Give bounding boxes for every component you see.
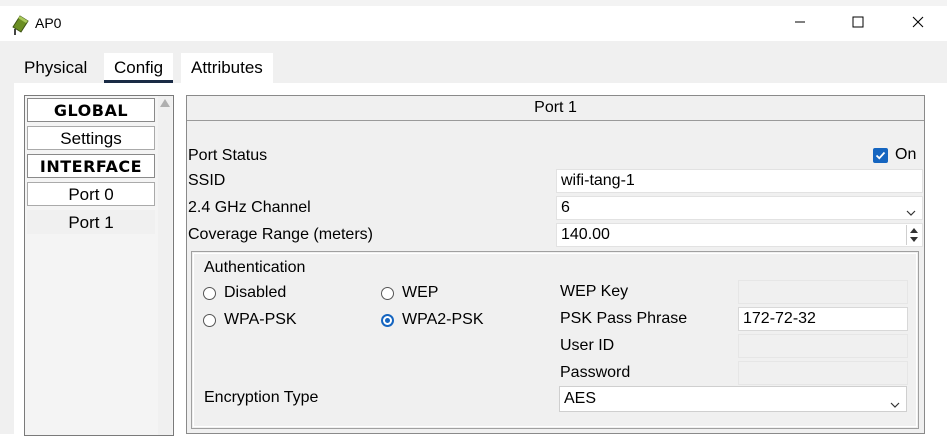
ssid-value: wifi-tang-1: [561, 172, 635, 189]
checkmark-icon: [873, 147, 888, 163]
coverage-value: 140.00: [561, 226, 610, 243]
radio-wpa-psk[interactable]: WPA-PSK: [203, 310, 297, 330]
tab-physical-label: Physical: [24, 58, 88, 77]
password-label: Password: [560, 364, 631, 381]
radio-selected-icon: [381, 313, 394, 327]
radio-wep-label: WEP: [402, 284, 439, 301]
coverage-label: Coverage Range (meters): [188, 226, 373, 243]
sidebar-scrollbar[interactable]: [158, 96, 172, 435]
authentication-group: Authentication Disabled WEP WPA-PSK WPA2…: [191, 251, 919, 429]
spin-up-icon[interactable]: [910, 228, 918, 233]
window-title: AP0: [35, 15, 62, 31]
sidebar-item-settings[interactable]: Settings: [27, 126, 155, 150]
wep-key-label: WEP Key: [560, 283, 629, 300]
radio-wpa-psk-label: WPA-PSK: [224, 311, 297, 328]
radio-unselected-icon: [381, 286, 394, 300]
scroll-up-arrow-icon[interactable]: [160, 99, 170, 107]
sidebar-interface-header[interactable]: INTERFACE: [27, 154, 155, 178]
authentication-title: Authentication: [204, 259, 306, 276]
access-point-icon: [10, 13, 32, 35]
radio-unselected-icon: [203, 286, 216, 300]
channel-label: 2.4 GHz Channel: [188, 199, 311, 216]
spin-buttons[interactable]: [906, 225, 921, 245]
tab-physical[interactable]: Physical: [14, 53, 97, 83]
minimize-icon: [794, 15, 806, 33]
tab-attributes-label: Attributes: [191, 58, 263, 77]
port-header: Port 1: [187, 96, 924, 121]
radio-wep[interactable]: WEP: [381, 283, 438, 303]
tab-attributes[interactable]: Attributes: [181, 53, 273, 83]
minimize-button[interactable]: [777, 6, 823, 41]
maximize-icon: [852, 15, 864, 33]
sidebar-item-port-0[interactable]: Port 0: [27, 182, 155, 206]
close-button[interactable]: [895, 6, 941, 41]
title-bar: AP0: [0, 6, 947, 41]
config-sidebar: GLOBAL Settings INTERFACE Port 0 Port 1: [24, 95, 174, 436]
psk-pass-phrase-input[interactable]: 172-72-32: [738, 307, 908, 331]
user-id-label: User ID: [560, 337, 615, 354]
encryption-type-select[interactable]: AES: [559, 386, 907, 412]
encryption-type-value: AES: [564, 390, 597, 407]
chevron-down-icon: [906, 203, 916, 225]
psk-pass-phrase-value: 172-72-32: [743, 310, 816, 327]
tab-config[interactable]: Config: [104, 53, 174, 83]
chevron-down-icon: [890, 394, 900, 418]
sidebar-global-header[interactable]: GLOBAL: [27, 98, 155, 122]
port-status-label: Port Status: [188, 147, 268, 164]
psk-pass-phrase-label: PSK Pass Phrase: [560, 310, 688, 327]
ssid-input[interactable]: wifi-tang-1: [556, 169, 923, 193]
channel-value: 6: [561, 199, 570, 216]
password-input[interactable]: [738, 361, 908, 385]
port-status-checkbox[interactable]: On: [873, 144, 916, 166]
channel-select[interactable]: 6: [556, 196, 923, 220]
spin-down-icon[interactable]: [910, 237, 918, 242]
client-area: Physical Config Attributes GLOBAL Settin…: [0, 41, 947, 436]
port-settings-area: Port 1 Port Status On SSID wifi-tang-1 2…: [186, 95, 925, 434]
port-status-on-label: On: [895, 146, 917, 163]
wep-key-input[interactable]: [738, 280, 908, 304]
close-icon: [912, 15, 924, 33]
encryption-type-label: Encryption Type: [204, 389, 319, 406]
radio-disabled[interactable]: Disabled: [203, 283, 286, 303]
radio-unselected-icon: [203, 313, 216, 327]
maximize-button[interactable]: [835, 6, 881, 41]
sidebar-item-port-1[interactable]: Port 1: [27, 210, 155, 234]
config-panel: GLOBAL Settings INTERFACE Port 0 Port 1 …: [14, 83, 947, 436]
radio-wpa2-psk-label: WPA2-PSK: [402, 311, 484, 328]
coverage-spinbox[interactable]: 140.00: [556, 223, 923, 247]
radio-wpa2-psk[interactable]: WPA2-PSK: [381, 310, 484, 330]
user-id-input[interactable]: [738, 334, 908, 358]
tab-config-label: Config: [114, 58, 164, 77]
radio-disabled-label: Disabled: [224, 284, 287, 301]
ssid-label: SSID: [188, 172, 226, 189]
